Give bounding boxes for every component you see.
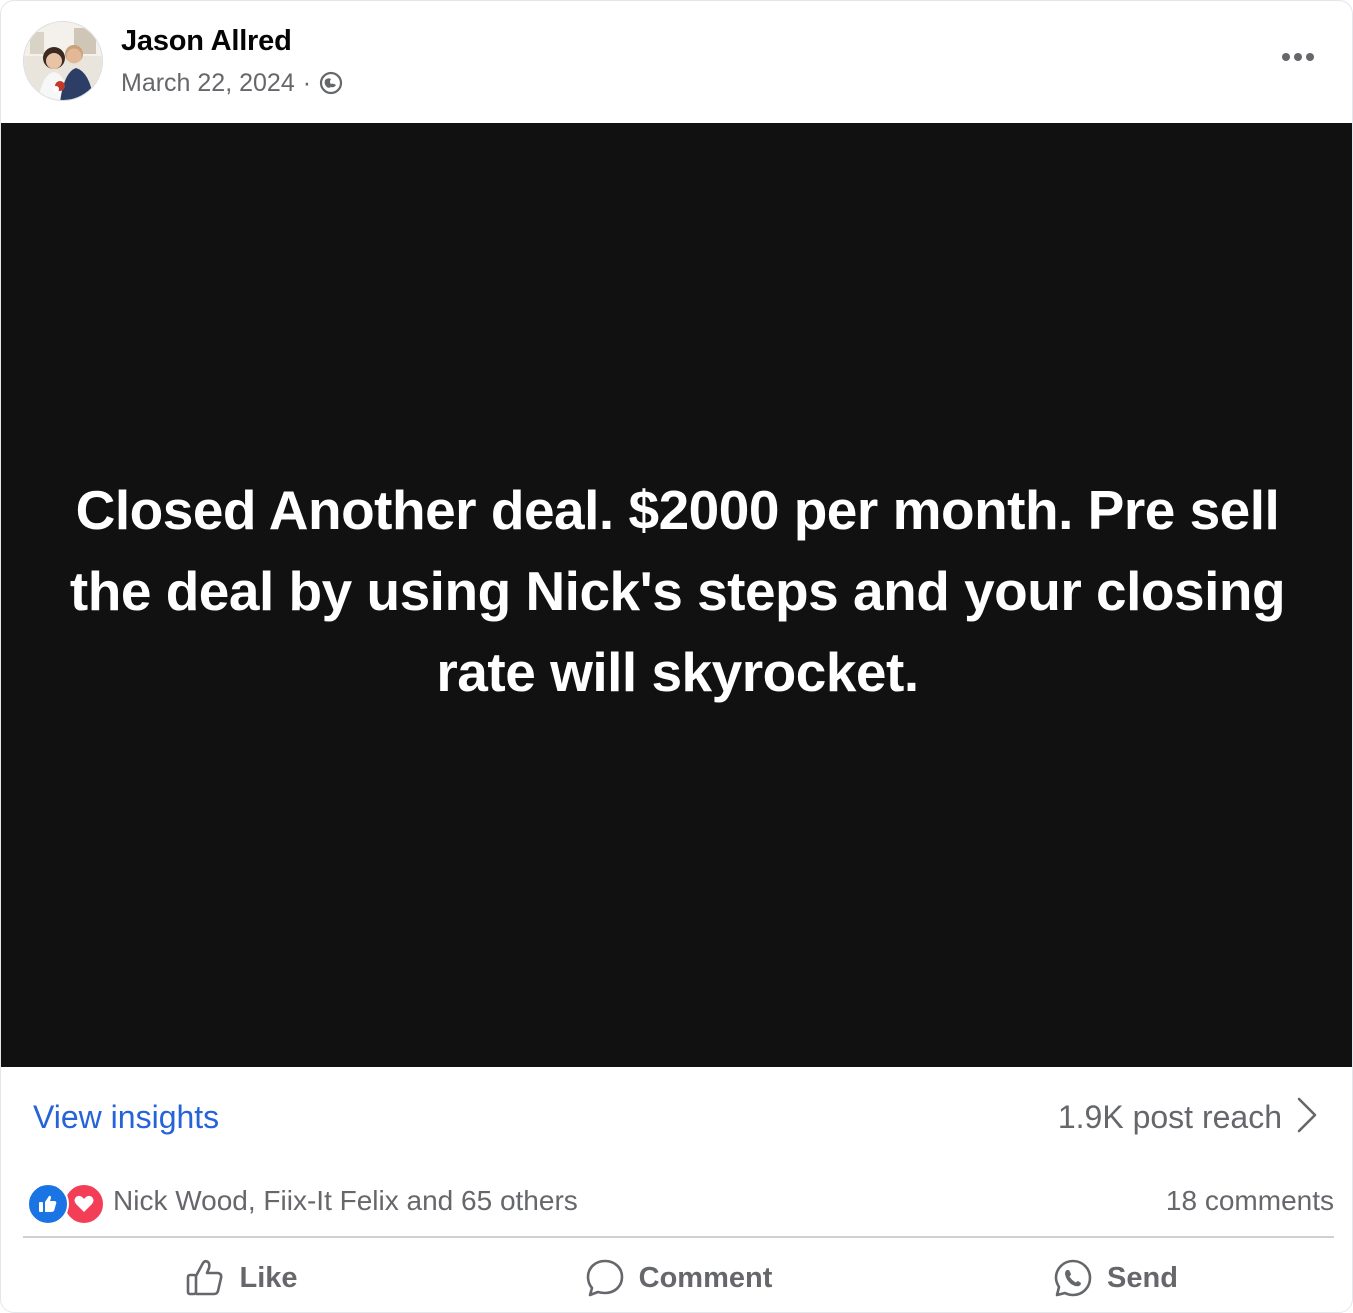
send-button[interactable]: Send <box>897 1245 1334 1311</box>
comment-icon <box>585 1258 625 1298</box>
comments-count[interactable]: 18 comments <box>1166 1185 1334 1217</box>
like-reaction-icon <box>27 1183 69 1225</box>
like-button[interactable]: Like <box>23 1245 460 1311</box>
thumbs-up-icon <box>185 1259 225 1297</box>
insights-row: View insights 1.9K post reach <box>1 1067 1352 1167</box>
divider <box>23 1236 1334 1238</box>
post-meta: March 22, 2024 · <box>121 67 343 99</box>
post-text: Closed Another deal. $2000 per month. Pr… <box>69 478 1286 703</box>
avatar[interactable] <box>23 21 103 101</box>
post-reach-button[interactable]: 1.9K post reach <box>1058 1095 1318 1139</box>
comment-label: Comment <box>638 1261 773 1294</box>
post-text-background[interactable]: Closed Another deal. $2000 per month. Pr… <box>1 123 1352 1067</box>
author-name[interactable]: Jason Allred <box>121 25 292 58</box>
avatar-photo <box>24 22 102 100</box>
comment-button[interactable]: Comment <box>460 1245 897 1311</box>
post-reach-label: 1.9K post reach <box>1057 1098 1282 1135</box>
post-card: Jason Allred March 22, 2024 · Closed Ano… <box>0 0 1353 1313</box>
send-label: Send <box>1107 1261 1178 1294</box>
post-header: Jason Allred March 22, 2024 · <box>1 1 1352 123</box>
whatsapp-icon <box>1053 1258 1093 1298</box>
ellipsis-icon[interactable] <box>1274 41 1322 73</box>
reactions-row: Nick Wood, Fiix-It Felix and 65 others 1… <box>25 1173 1334 1233</box>
love-reaction-icon <box>63 1183 105 1225</box>
reaction-icons[interactable] <box>25 1183 105 1225</box>
action-bar: Like Comment Send <box>23 1245 1334 1311</box>
chevron-right-icon <box>1296 1096 1318 1139</box>
reactors-text[interactable]: Nick Wood, Fiix-It Felix and 65 others <box>113 1185 578 1217</box>
globe-icon[interactable] <box>319 71 343 95</box>
like-label: Like <box>239 1261 298 1294</box>
post-date[interactable]: March 22, 2024 <box>121 69 295 98</box>
view-insights-link[interactable]: View insights <box>33 1099 219 1136</box>
meta-separator: · <box>302 68 312 97</box>
